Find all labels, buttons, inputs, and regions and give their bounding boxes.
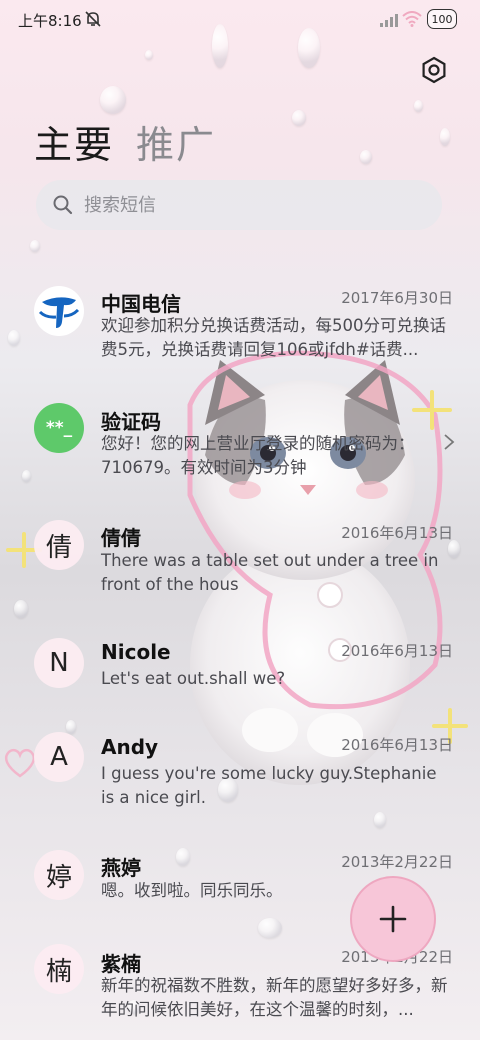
water-drop	[414, 100, 423, 112]
plus-icon	[379, 905, 407, 933]
conversation-name: 燕婷	[101, 856, 141, 880]
search-icon	[53, 195, 73, 215]
conversation-preview: 欢迎参加积分兑换话费活动，每500分可兑换话费5元，兑换话费请回复106或jfd…	[101, 316, 446, 359]
water-drop	[360, 150, 372, 164]
contact-avatar: 倩	[34, 520, 84, 570]
contact-avatar: A	[34, 732, 84, 782]
settings-button[interactable]	[418, 54, 450, 86]
conversation-preview: 新年的祝福数不胜数，新年的愿望好多好多，新年的问候依旧美好，在这个温馨的时刻，.…	[101, 976, 448, 1019]
status-bar: 上午8:16 100	[0, 0, 480, 40]
conversation-preview: 您好！您的网上营业厅登录的随机密码为：710679。有效时间为3分钟	[101, 434, 415, 477]
signal-icon	[380, 14, 398, 27]
china-telecom-avatar	[34, 286, 84, 336]
wifi-icon	[402, 11, 422, 27]
contact-avatar: 楠	[34, 944, 84, 994]
water-drop	[100, 86, 126, 114]
verification-code-avatar: **_	[34, 403, 84, 453]
conversation-date: 2016年6月13日	[341, 736, 453, 754]
conversation-date: 2016年6月13日	[341, 524, 453, 542]
water-drop	[258, 918, 282, 938]
conversation-name: 中国电信	[101, 292, 181, 316]
contact-avatar: 婷	[34, 850, 84, 900]
water-drop	[30, 240, 40, 252]
conversation-name: Nicole	[101, 640, 171, 664]
conversation-item[interactable]: A Andy 2016年6月13日 I guess you're some lu…	[0, 732, 480, 812]
water-drop	[14, 600, 28, 618]
conversation-name: 验证码	[101, 410, 161, 434]
battery-indicator: 100	[427, 9, 457, 29]
conversation-date: 2013年2月22日	[341, 853, 453, 871]
conversation-preview: Let's eat out.shall we?	[101, 669, 286, 688]
conversation-date: 2016年6月13日	[341, 642, 453, 660]
conversation-item[interactable]: N Nicole 2016年6月13日 Let's eat out.shall …	[0, 638, 480, 698]
china-telecom-logo-icon	[37, 289, 81, 333]
conversation-name: 紫楠	[101, 952, 141, 976]
new-message-button[interactable]	[350, 876, 436, 962]
chevron-right-icon	[444, 434, 455, 450]
category-tabs: 主要 推广	[34, 114, 216, 169]
mute-icon	[85, 11, 101, 27]
conversation-preview: There was a table set out under a tree i…	[101, 551, 439, 594]
search-bar[interactable]	[36, 180, 442, 230]
water-drop	[440, 128, 450, 146]
search-input[interactable]	[82, 193, 426, 217]
conversation-item[interactable]: **_ 验证码 您好！您的网上营业厅登录的随机密码为：710679。有效时间为3…	[0, 402, 480, 486]
status-time: 上午8:16	[18, 12, 82, 30]
conversation-preview: I guess you're some lucky guy.Stephanie …	[101, 764, 437, 807]
conversation-item[interactable]: 中国电信 2017年6月30日 欢迎参加积分兑换话费活动，每500分可兑换话费5…	[0, 282, 480, 366]
conversation-item[interactable]: 倩 倩倩 2016年6月13日 There was a table set ou…	[0, 520, 480, 600]
water-drop	[145, 50, 153, 60]
tab-promotions[interactable]: 推广	[136, 114, 216, 169]
contact-avatar: N	[34, 638, 84, 688]
settings-hexagon-icon	[422, 56, 446, 84]
conversation-date: 2017年6月30日	[341, 289, 453, 307]
conversation-name: 倩倩	[101, 526, 141, 550]
water-drop	[374, 812, 386, 828]
tab-main[interactable]: 主要	[34, 114, 114, 169]
conversation-name: Andy	[101, 735, 159, 759]
water-drop	[292, 110, 306, 126]
